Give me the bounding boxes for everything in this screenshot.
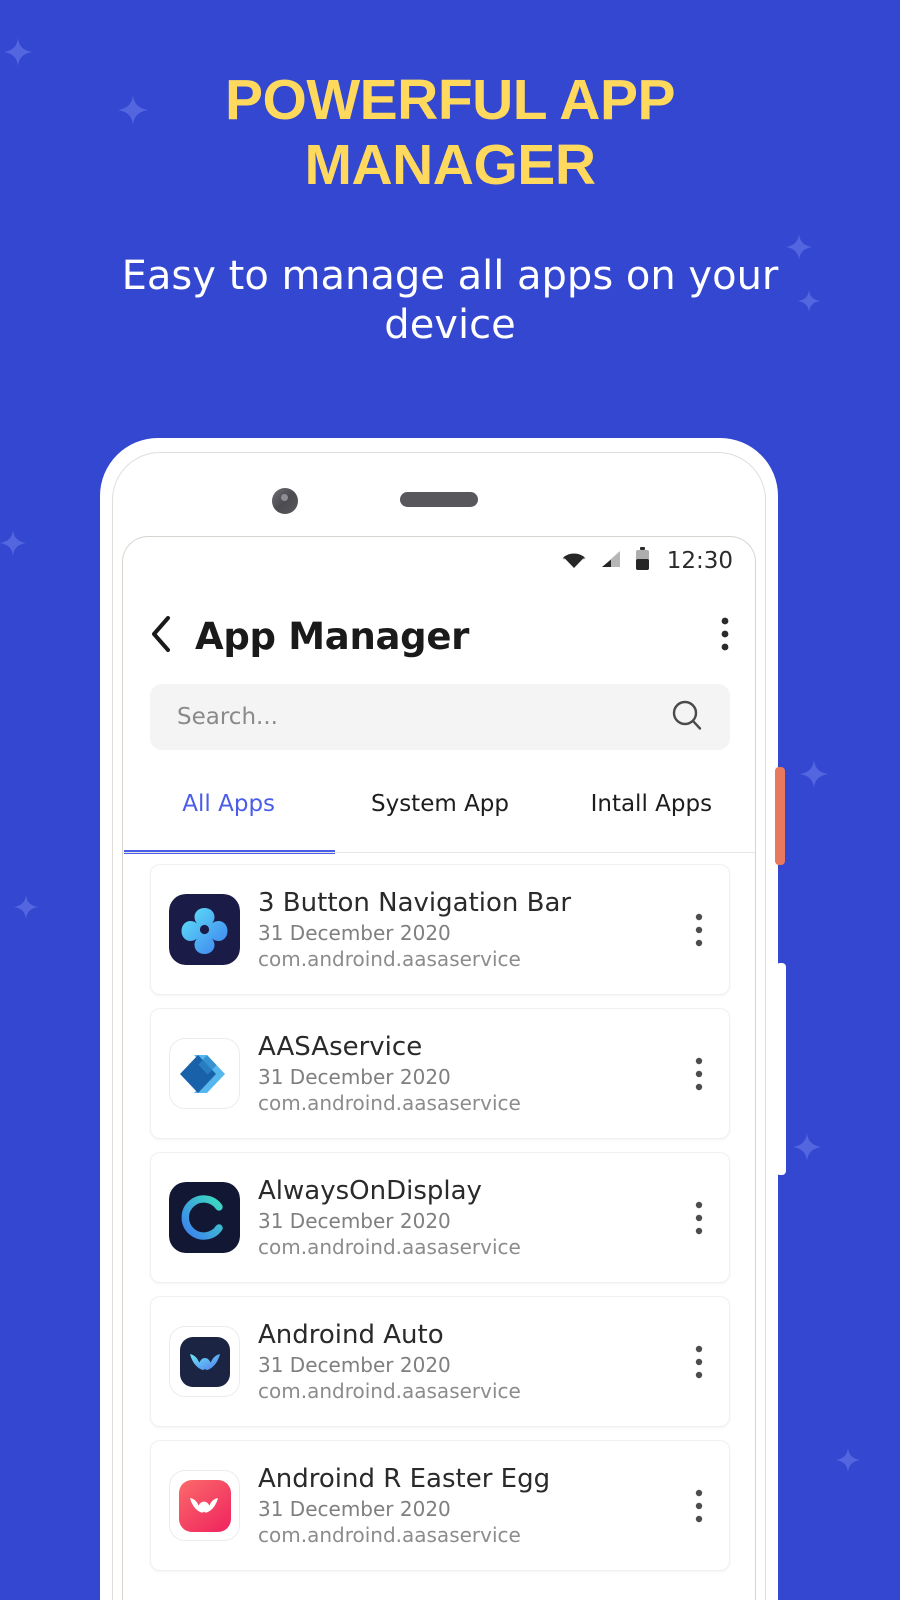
app-date: 31 December 2020 — [258, 1353, 451, 1378]
more-vertical-icon[interactable] — [695, 913, 703, 947]
app-name: 3 Button Navigation Bar — [258, 887, 572, 918]
app-bar: App Manager — [123, 597, 755, 675]
list-item[interactable]: Androind R Easter Egg 31 December 2020 c… — [150, 1440, 730, 1571]
app-info: 3 Button Navigation Bar 31 December 2020… — [258, 888, 695, 972]
butterfly-w-icon — [169, 1326, 240, 1397]
search-icon[interactable] — [670, 698, 704, 737]
promo-subheadline: Easy to manage all apps on your device — [121, 253, 779, 348]
more-vertical-icon[interactable] — [695, 1489, 703, 1523]
app-date: 31 December 2020 — [258, 1497, 451, 1522]
signal-icon — [600, 549, 622, 574]
sparkle-icon — [4, 38, 32, 66]
app-date: 31 December 2020 — [258, 921, 451, 946]
app-name: AASAservice — [258, 1031, 423, 1062]
more-vertical-icon[interactable] — [721, 617, 729, 656]
tab-all-apps[interactable]: All Apps — [123, 777, 334, 817]
promo-headline-line2: MANAGER — [304, 132, 597, 197]
app-date: 31 December 2020 — [258, 1065, 451, 1090]
tab-divider — [123, 852, 755, 853]
app-list: 3 Button Navigation Bar 31 December 2020… — [123, 864, 755, 1600]
app-package: com.androind.aasaservice — [258, 1235, 521, 1260]
app-name: Androind R Easter Egg — [258, 1463, 551, 1494]
tab-system-app[interactable]: System App — [334, 777, 545, 817]
front-camera-lens — [281, 494, 288, 501]
chevron-left-icon[interactable] — [149, 615, 173, 658]
more-vertical-icon[interactable] — [695, 1345, 703, 1379]
app-date: 31 December 2020 — [258, 1209, 451, 1234]
sparkle-icon — [793, 1133, 821, 1161]
app-package: com.androind.aasaservice — [258, 1091, 521, 1116]
wifi-icon — [561, 549, 587, 574]
app-name: AlwaysOnDisplay — [258, 1175, 482, 1206]
earpiece-speaker — [400, 492, 478, 507]
app-package: com.androind.aasaservice — [258, 1379, 521, 1404]
app-name: Androind Auto — [258, 1319, 444, 1350]
pink-w-icon — [169, 1470, 240, 1541]
app-info: Androind R Easter Egg 31 December 2020 c… — [258, 1464, 695, 1548]
search-bar[interactable] — [150, 684, 730, 750]
power-button[interactable] — [775, 767, 785, 865]
status-bar: 12:30 — [123, 537, 755, 585]
page-title: App Manager — [195, 614, 470, 658]
sparkle-icon — [14, 895, 38, 919]
app-info: Androind Auto 31 December 2020 com.andro… — [258, 1320, 695, 1404]
sparkle-icon — [0, 530, 26, 556]
sparkle-icon — [836, 1448, 860, 1472]
front-camera-icon — [272, 488, 298, 514]
list-item[interactable]: AASAservice 31 December 2020 com.androin… — [150, 1008, 730, 1139]
app-package: com.androind.aasaservice — [258, 947, 521, 972]
promo-headline-line1: POWERFUL APP — [224, 68, 676, 132]
volume-button[interactable] — [776, 963, 786, 1175]
promo-headline: POWERFUL APP MANAGER — [0, 68, 900, 198]
app-info: AlwaysOnDisplay 31 December 2020 com.and… — [258, 1176, 695, 1260]
more-vertical-icon[interactable] — [695, 1057, 703, 1091]
list-item[interactable]: AlwaysOnDisplay 31 December 2020 com.and… — [150, 1152, 730, 1283]
app-info: AASAservice 31 December 2020 com.androin… — [258, 1032, 695, 1116]
search-input[interactable] — [177, 704, 670, 730]
flower-x-icon — [169, 894, 240, 965]
more-vertical-icon[interactable] — [695, 1201, 703, 1235]
chevron-diamond-icon — [169, 1038, 240, 1109]
list-item[interactable]: Androind Auto 31 December 2020 com.andro… — [150, 1296, 730, 1427]
tab-bar: All Apps System App Intall Apps — [123, 777, 755, 852]
status-bar-clock: 12:30 — [666, 548, 733, 574]
phone-screen: 12:30 App Manager Search... All Apps Sys… — [122, 536, 756, 1600]
tab-intall-apps[interactable]: Intall Apps — [546, 777, 755, 817]
letter-c-icon — [169, 1182, 240, 1253]
list-item[interactable]: 3 Button Navigation Bar 31 December 2020… — [150, 864, 730, 995]
battery-icon — [635, 546, 650, 576]
promo-screenshot: POWERFUL APP MANAGER Easy to manage all … — [0, 0, 900, 1600]
sparkle-icon — [800, 760, 828, 788]
app-package: com.androind.aasaservice — [258, 1523, 521, 1548]
